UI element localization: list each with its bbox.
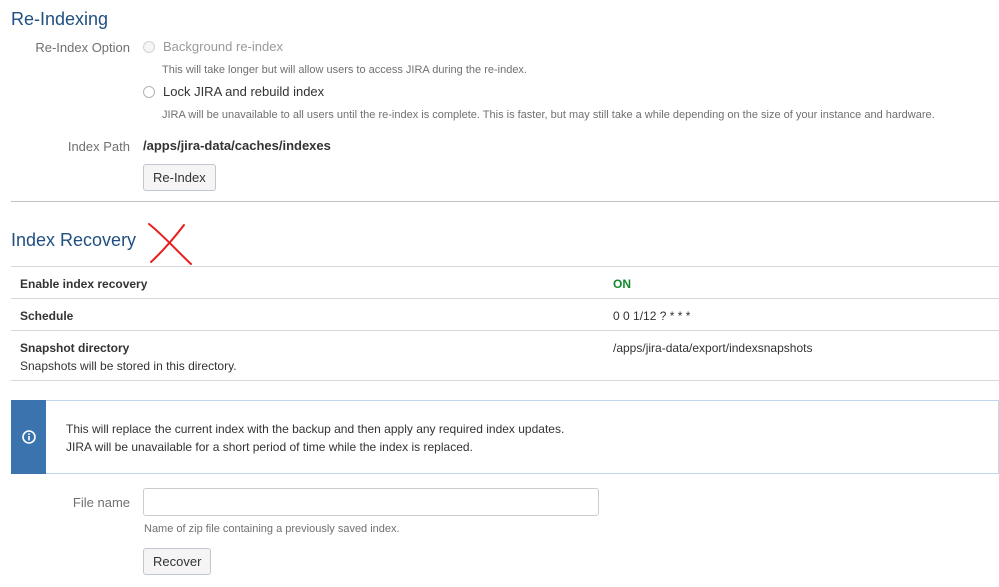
section-divider xyxy=(11,201,999,202)
row-sub-description: Snapshots will be stored in this directo… xyxy=(20,359,237,373)
recover-button[interactable]: Recover xyxy=(143,548,212,575)
table-bottom-border xyxy=(11,380,999,381)
info-circle-icon xyxy=(21,430,36,444)
red-x-mark xyxy=(148,223,192,265)
radio-label: Lock JIRA and rebuild index xyxy=(163,84,325,99)
radio-button-icon[interactable] xyxy=(143,40,155,53)
radio-label: Background re-index xyxy=(163,39,283,54)
info-message: This will replace the current index with… xyxy=(11,400,999,474)
file-name-label: File name xyxy=(72,495,130,510)
table-row: Snapshot directory Snapshots will be sto… xyxy=(11,331,999,381)
info-line: JIRA will be unavailable for a short per… xyxy=(66,440,473,454)
info-line: This will replace the current index with… xyxy=(66,422,565,436)
status-value-on: ON xyxy=(613,277,631,291)
radio-background-reindex[interactable]: Background re-index xyxy=(143,39,283,54)
table-row: Enable index recovery ON xyxy=(11,267,999,299)
reindex-option-label: Re-Index Option xyxy=(35,40,130,55)
row-label: Snapshot directory xyxy=(20,341,130,355)
table-row: Schedule 0 0 1/12 ? * * * xyxy=(11,299,999,331)
radio-lock-and-rebuild[interactable]: Lock JIRA and rebuild index xyxy=(143,84,324,99)
row-label: Enable index recovery xyxy=(20,277,148,291)
radio-button-icon[interactable] xyxy=(143,85,155,98)
index-path-label: Index Path xyxy=(67,139,130,154)
reindex-button[interactable]: Re-Index xyxy=(143,164,216,191)
index-path-value: /apps/jira-data/caches/indexes xyxy=(143,138,331,153)
schedule-value: 0 0 1/12 ? * * * xyxy=(613,309,691,323)
info-bar xyxy=(11,400,46,474)
index-recovery-title: Index Recovery xyxy=(11,230,137,250)
row-label: Schedule xyxy=(20,309,74,323)
radio-description: This will take longer but will allow use… xyxy=(162,64,527,76)
snapshot-directory-value: /apps/jira-data/export/indexsnapshots xyxy=(613,341,813,355)
file-name-help: Name of zip file containing a previously… xyxy=(144,523,400,535)
file-name-input[interactable] xyxy=(143,488,599,516)
radio-description: JIRA will be unavailable to all users un… xyxy=(162,109,935,121)
reindexing-title: Re-Indexing xyxy=(11,9,109,29)
